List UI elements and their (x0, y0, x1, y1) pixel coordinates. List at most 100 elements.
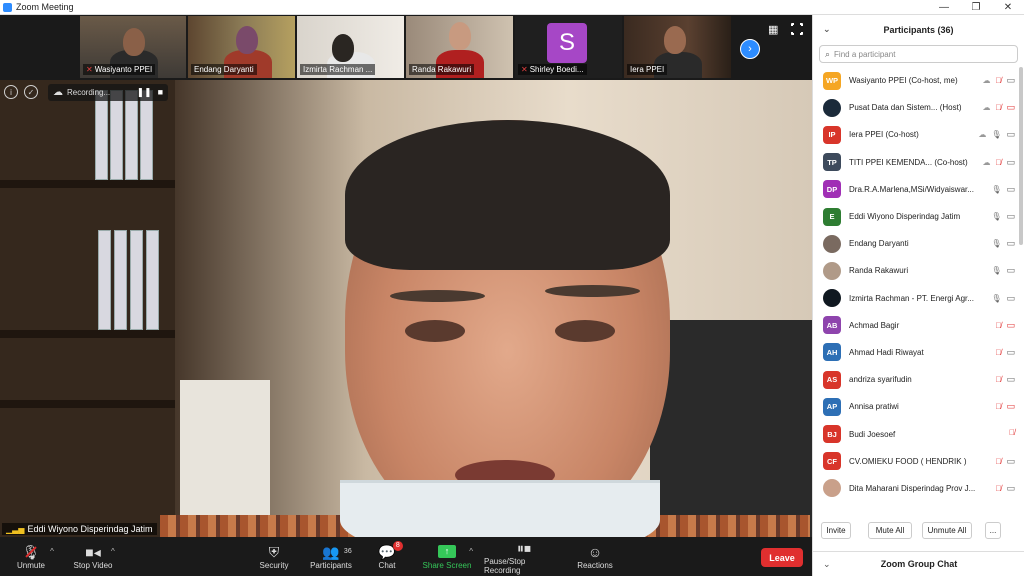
maximize-button[interactable]: ❐ (960, 0, 992, 15)
participant-search[interactable]: ⌕ Find a participant (819, 45, 1018, 63)
avatar: AS (823, 370, 841, 389)
participant-row[interactable]: AB Achmad Bagir 🎙̸ ▭ (813, 312, 1019, 339)
video-icon[interactable]: ▭ (1006, 211, 1015, 222)
mic-icon[interactable]: 🎙 (991, 185, 1001, 194)
video-icon[interactable]: ▭ (1006, 265, 1015, 276)
participant-row[interactable]: AH Ahmad Hadi Riwayat 🎙̸ ▭ (813, 339, 1019, 366)
mic-muted-icon[interactable]: 🎙̸ (995, 375, 1001, 384)
participant-status-icons: ☁ 🎙̸ ▭ (982, 75, 1015, 86)
participants-button[interactable]: 👥 36 Participants (306, 537, 356, 576)
video-icon[interactable]: ▭ (1006, 374, 1015, 385)
participant-name: Annisa pratiwi (849, 402, 899, 412)
info-icon[interactable]: i (4, 85, 18, 99)
mic-icon[interactable]: 🎙 (991, 212, 1001, 221)
more-options-button[interactable]: ... (985, 521, 1001, 539)
participant-row[interactable]: AP Annisa pratiwi 🎙̸ ▭ (813, 393, 1019, 420)
participant-row[interactable]: AS andriza syarifudin 🎙̸ ▭ (813, 366, 1019, 393)
mic-muted-icon[interactable]: 🎙̸ (995, 348, 1001, 357)
mic-muted-icon[interactable]: 🎙̸ (995, 103, 1001, 112)
unmute-all-button[interactable]: Unmute All (922, 521, 972, 539)
participant-name: Dra.R.A.Marlena,MSi/Widyaiswar... (849, 184, 974, 194)
mic-muted-icon[interactable]: 🎙̸ (995, 158, 1001, 167)
fullscreen-icon[interactable] (790, 22, 804, 36)
participant-row[interactable]: E Eddi Wiyono Disperindag Jatim 🎙 ▭ (813, 203, 1019, 230)
thumbnail-shirley[interactable]: S ✕ Shirley Boedi... (515, 16, 622, 78)
video-icon[interactable]: ▭ (1006, 456, 1015, 467)
avatar: IP (823, 125, 841, 144)
video-icon[interactable]: ▭ (1006, 293, 1015, 304)
participant-row[interactable]: Dita Maharani Disperindag Prov J... 🎙̸ ▭ (813, 475, 1019, 502)
mic-muted-icon[interactable]: 🎙̸ (995, 402, 1001, 411)
video-camera-icon: ■◂ ^ (85, 544, 115, 560)
mic-icon[interactable]: 🎙 (991, 239, 1001, 248)
leave-button[interactable]: Leave (761, 548, 803, 567)
participant-row[interactable]: IP Iera PPEI (Co-host) ☁ 🎙 ▭ (813, 121, 1019, 148)
participant-status-icons: 🎙̸ ▭ (995, 401, 1015, 412)
avatar: WP (823, 71, 841, 90)
stop-video-button[interactable]: ■◂ ^ Stop Video (70, 537, 116, 576)
participant-name: Ahmad Hadi Riwayat (849, 347, 924, 357)
close-button[interactable]: ✕ (992, 0, 1024, 15)
minimize-button[interactable]: — (928, 0, 960, 15)
shield-icon[interactable]: ✓ (24, 85, 38, 99)
mic-muted-icon[interactable]: 🎙̸ (995, 76, 1001, 85)
participant-row[interactable]: CF CV.OMIEKU FOOD ( HENDRIK ) 🎙̸ ▭ (813, 448, 1019, 475)
chevron-up-icon[interactable]: ^ (111, 543, 115, 561)
mic-icon[interactable]: 🎙 (991, 294, 1001, 303)
video-icon[interactable]: ▭ (1006, 184, 1015, 195)
participant-list-scrollbar[interactable] (1019, 67, 1023, 245)
next-page-icon[interactable]: › (740, 39, 760, 59)
avatar: E (823, 207, 841, 226)
pause-stop-recording-button[interactable]: ⏸⏹ Pause/Stop Recording (484, 537, 564, 576)
security-button[interactable]: ⛨ Security (255, 537, 293, 576)
mic-icon[interactable]: 🎙 (991, 130, 1001, 139)
thumbnail-izmirta[interactable]: Izmirta Rachman ... (297, 16, 404, 78)
thumbnail-randa[interactable]: Randa Rakawuri (406, 16, 513, 78)
cloud-recording-icon: ☁ (982, 103, 991, 113)
video-icon[interactable]: ▭ (1006, 129, 1015, 140)
thumbnail-endang[interactable]: Endang Daryanti (188, 16, 295, 78)
video-icon[interactable]: ▭ (1006, 347, 1015, 358)
zoom-group-chat-header[interactable]: ⌄ Zoom Group Chat (813, 551, 1024, 576)
mic-muted-icon[interactable]: 🎙̸ (995, 321, 1001, 330)
video-off-icon[interactable]: ▭ (1006, 320, 1015, 331)
participant-row[interactable]: Randa Rakawuri 🎙 ▭ (813, 257, 1019, 284)
thumbnail-name: ✕ Wasiyanto PPEI (83, 64, 156, 75)
unmute-button[interactable]: 🎙 ^ Unmute (12, 537, 54, 576)
thumbnail-name: Endang Daryanti (191, 64, 257, 75)
invite-button[interactable]: Invite (821, 521, 851, 539)
thumbnail-iera[interactable]: Iera PPEI (624, 16, 731, 78)
video-icon[interactable]: ▭ (1006, 75, 1015, 86)
chevron-down-icon[interactable]: ⌄ (823, 559, 831, 570)
chevron-down-icon[interactable]: ⌄ (823, 24, 831, 35)
video-off-icon[interactable]: ▭ (1006, 401, 1015, 412)
mic-muted-icon[interactable]: 🎙̸ (995, 484, 1001, 493)
window-title: Zoom Meeting (16, 2, 74, 12)
smiley-plus-icon: ☺ (587, 544, 603, 560)
mic-muted-icon[interactable]: 🎙̸ (1009, 428, 1015, 437)
participant-row[interactable]: Endang Daryanti 🎙 ▭ (813, 230, 1019, 257)
participant-row[interactable]: WP Wasiyanto PPEI (Co-host, me) ☁ 🎙̸ ▭ (813, 67, 1019, 94)
chat-button[interactable]: 💬 8 Chat (372, 537, 403, 576)
video-icon[interactable]: ▭ (1006, 157, 1015, 168)
mic-icon[interactable]: 🎙 (991, 266, 1001, 275)
mute-all-button[interactable]: Mute All (868, 521, 912, 539)
pause-recording-icon[interactable]: ❚❚ (136, 87, 151, 98)
participant-row[interactable]: BJ Budi Joesoef 🎙̸ (813, 420, 1019, 447)
mic-muted-icon[interactable]: 🎙̸ (995, 457, 1001, 466)
video-icon[interactable]: ▭ (1006, 238, 1015, 249)
participant-row[interactable]: TP TITI PPEI KEMENDA... (Co-host) ☁ 🎙̸ ▭ (813, 149, 1019, 176)
gallery-view-icon[interactable]: ▦ (768, 24, 780, 36)
video-off-icon[interactable]: ▭ (1006, 102, 1015, 113)
participant-row[interactable]: DP Dra.R.A.Marlena,MSi/Widyaiswar... 🎙 ▭ (813, 176, 1019, 203)
chevron-up-icon[interactable]: ^ (469, 543, 473, 561)
stop-recording-icon[interactable]: ■ (158, 87, 163, 98)
thumbnail-wasiyanto[interactable]: ✕ Wasiyanto PPEI (80, 16, 186, 78)
participant-row[interactable]: Izmirta Rachman - PT. Energi Agr... 🎙 ▭ (813, 285, 1019, 312)
video-icon[interactable]: ▭ (1006, 483, 1015, 494)
reactions-button[interactable]: ☺ Reactions (576, 537, 614, 576)
participant-status-icons: 🎙̸ ▭ (995, 483, 1015, 494)
share-screen-button[interactable]: ↑ ^ Share Screen (421, 537, 473, 576)
chevron-up-icon[interactable]: ^ (50, 543, 54, 561)
participant-row[interactable]: Pusat Data dan Sistem... (Host) ☁ 🎙̸ ▭ (813, 94, 1019, 121)
